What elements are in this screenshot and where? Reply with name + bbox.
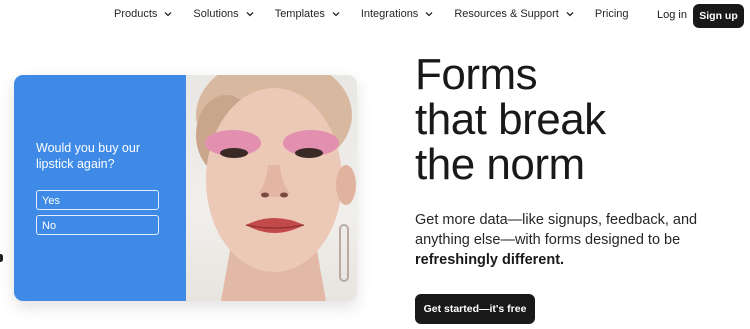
nav-menu: Products Solutions Templates Integration… (114, 8, 650, 20)
edge-marker (0, 254, 3, 262)
hero-subtext: Get more data—like signups, feedback, an… (415, 210, 735, 270)
chevron-down-icon (164, 10, 172, 18)
nav-item-label: Pricing (594, 8, 629, 20)
choice-yes[interactable]: Yes (36, 190, 159, 210)
hero-form-card: Would you buy our lipstick again? Yes No (14, 75, 357, 301)
nav-item-label: Templates (274, 8, 325, 20)
nav-item-resources-support[interactable]: Resources & Support (454, 8, 574, 20)
nav-item-label: Integrations (360, 8, 419, 20)
top-nav: Products Solutions Templates Integration… (0, 0, 750, 34)
hero-portrait-image (186, 75, 357, 301)
chevron-down-icon (425, 10, 433, 18)
get-started-button[interactable]: Get started—it's free (415, 294, 535, 324)
nav-item-integrations[interactable]: Integrations (361, 8, 433, 20)
signup-button[interactable]: Sign up (693, 4, 744, 28)
nav-item-products[interactable]: Products (114, 8, 172, 20)
headline-line: the norm (415, 140, 585, 189)
chevron-down-icon (332, 10, 340, 18)
headline-line: Forms (415, 50, 538, 99)
subtext-plain: Get more data—like signups, feedback, an… (415, 212, 698, 248)
portrait-illustration (196, 75, 356, 301)
hero-headline: Forms that break the norm (415, 52, 606, 187)
chevron-down-icon (566, 10, 574, 18)
nav-item-label: Resources & Support (454, 8, 559, 20)
login-link[interactable]: Log in (657, 9, 687, 21)
form-question: Would you buy our lipstick again? (36, 141, 140, 171)
choice-no[interactable]: No (36, 215, 159, 235)
nav-item-solutions[interactable]: Solutions (193, 8, 254, 20)
subtext-bold: refreshingly different. (415, 252, 565, 268)
form-panel: Would you buy our lipstick again? Yes No (14, 75, 186, 301)
nav-item-pricing[interactable]: Pricing (595, 8, 629, 20)
headline-line: that break (415, 95, 606, 144)
nav-item-label: Products (114, 8, 158, 20)
nav-item-label: Solutions (193, 8, 239, 20)
nav-item-templates[interactable]: Templates (275, 8, 340, 20)
chevron-down-icon (246, 10, 254, 18)
